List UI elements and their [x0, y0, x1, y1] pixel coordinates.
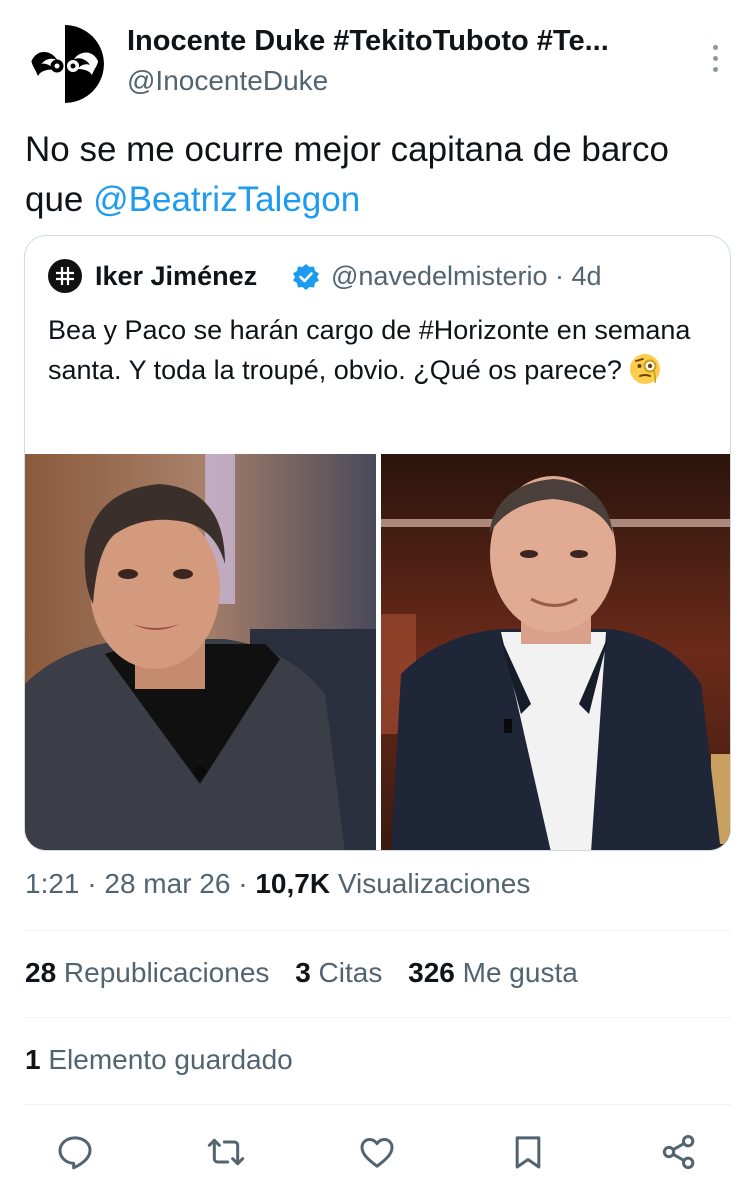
quoted-photo-right[interactable] — [381, 454, 730, 850]
bookmarks-stat[interactable]: 1 Elemento guardado — [25, 1044, 293, 1076]
quotes-stat[interactable]: 3 Citas — [295, 957, 382, 988]
bookmark-button[interactable] — [503, 1125, 553, 1179]
like-button[interactable] — [352, 1125, 402, 1179]
quoted-photo-left[interactable] — [25, 454, 376, 850]
divider — [25, 930, 731, 931]
more-options-icon[interactable] — [700, 38, 730, 78]
share-icon — [662, 1135, 695, 1169]
quoted-avatar[interactable] — [48, 259, 82, 293]
repost-button[interactable] — [201, 1125, 251, 1179]
tweet-text: No se me ocurre mejor capitana de barco … — [25, 125, 725, 225]
repost-icon — [207, 1138, 245, 1166]
likes-count: 326 — [408, 957, 455, 988]
share-button[interactable] — [654, 1125, 704, 1179]
quoted-tweet[interactable]: Iker Jiménez @navedelmisterio · 4d Bea y… — [24, 235, 731, 851]
views-label: Visualizaciones — [330, 868, 531, 899]
tweet-timestamp[interactable]: 1:21 · 28 mar 26 · — [25, 868, 255, 899]
quoted-text-body: Bea y Paco se harán cargo de #Horizonte … — [48, 315, 691, 385]
quotes-count: 3 — [295, 957, 311, 988]
author-display-name[interactable]: Inocente Duke #TekitoTuboto #Te... — [127, 25, 609, 58]
heart-icon — [360, 1138, 394, 1168]
reply-icon — [58, 1136, 92, 1170]
reposts-label: Republicaciones — [56, 957, 270, 988]
engagement-stats: 28 Republicaciones 3 Citas 326 Me gusta — [25, 957, 596, 989]
author-handle[interactable]: @InocenteDuke — [127, 65, 328, 97]
action-bar — [0, 1125, 754, 1179]
quoted-text: Bea y Paco se harán cargo de #Horizonte … — [48, 310, 718, 390]
tweet-header: Inocente Duke #TekitoTuboto #Te... @Inoc… — [0, 0, 754, 110]
tweet-timestamp-views: 1:21 · 28 mar 26 · 10,7K Visualizaciones — [25, 868, 530, 900]
views-count: 10,7K — [255, 868, 331, 899]
bookmarks-label: Elemento guardado — [40, 1044, 293, 1075]
reposts-count: 28 — [25, 957, 57, 988]
reply-button[interactable] — [50, 1125, 100, 1179]
bird-circle-logo-icon — [26, 25, 104, 103]
likes-label: Me gusta — [454, 957, 578, 988]
verified-badge-icon — [293, 264, 319, 290]
face-with-monocle-icon — [630, 354, 661, 384]
quoted-author-name[interactable]: Iker Jiménez — [95, 261, 257, 292]
reposts-stat[interactable]: 28 Republicaciones — [25, 957, 269, 988]
hashtag-logo-icon — [56, 267, 74, 285]
author-avatar[interactable] — [26, 25, 104, 103]
quotes-label: Citas — [310, 957, 383, 988]
likes-stat[interactable]: 326 Me gusta — [408, 957, 578, 988]
woman-photo — [25, 454, 376, 850]
bookmark-icon — [515, 1136, 541, 1169]
divider — [25, 1104, 731, 1105]
bookmarks-count: 1 — [25, 1044, 41, 1075]
divider — [25, 1017, 731, 1018]
mention-link[interactable]: @BeatrizTalegon — [93, 180, 360, 219]
man-photo — [381, 454, 730, 850]
quoted-handle-time[interactable]: @navedelmisterio · 4d — [331, 261, 602, 292]
